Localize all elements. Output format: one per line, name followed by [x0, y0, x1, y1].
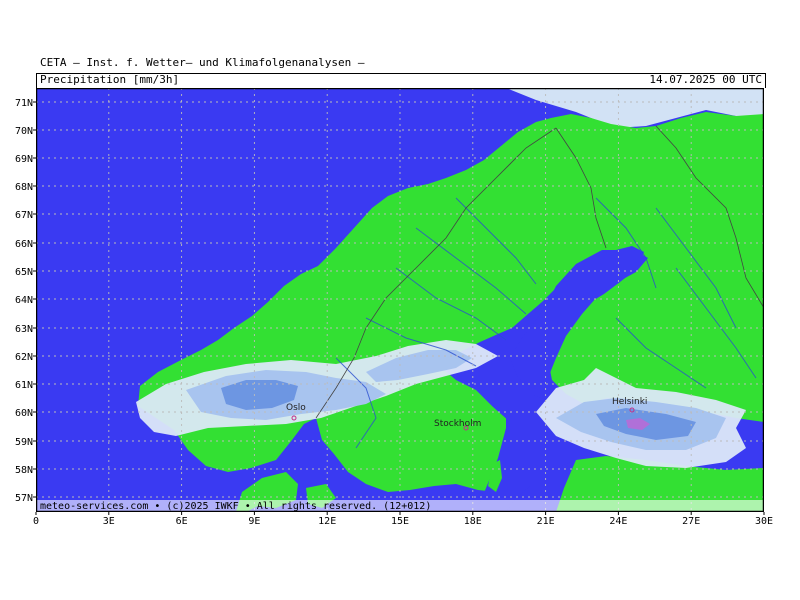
lat-label: 70N — [15, 126, 33, 137]
lat-label: 66N — [15, 239, 33, 250]
lon-label: 12E — [318, 516, 336, 527]
lat-label: 67N — [15, 210, 33, 221]
lon-label: 0 — [33, 516, 39, 527]
lat-label: 64N — [15, 295, 33, 306]
helsinki-label: Helsinki — [612, 397, 647, 407]
precipitation-map: Oslo Stockholm Helsinki meteo-services.c… — [36, 88, 764, 512]
lon-label: 18E — [464, 516, 482, 527]
variable-label: Precipitation [mm/3h] — [40, 73, 180, 86]
lon-label: 24E — [609, 516, 627, 527]
credit-text: meteo-services.com • (c)2025 IWKF • All … — [40, 501, 431, 512]
lon-label: 15E — [391, 516, 409, 527]
lat-label: 57N — [15, 493, 33, 504]
lat-label: 68N — [15, 182, 33, 193]
lat-label: 63N — [15, 324, 33, 335]
lon-label: 9E — [248, 516, 260, 527]
lon-label: 6E — [176, 516, 188, 527]
map-title: CETA – Inst. f. Wetter– und Klimafolgena… — [40, 56, 365, 69]
lat-label: 71N — [15, 98, 33, 109]
oslo-label: Oslo — [286, 403, 306, 413]
valid-time-label: 14.07.2025 00 UTC — [649, 73, 762, 86]
lon-label: 3E — [103, 516, 115, 527]
lat-label: 60N — [15, 408, 33, 419]
latitude-labels: 71N 70N 69N 68N 67N 66N 65N 64N 63N 62N 61N 60N 59N 5… — [15, 98, 36, 504]
longitude-labels: 0 3E 6E 9E 12E 15E 18E 21E 24E 27E 30E — [33, 512, 773, 527]
lat-label: 58N — [15, 465, 33, 476]
lat-label: 61N — [15, 380, 33, 391]
lat-label: 69N — [15, 154, 33, 165]
lon-label: 30E — [755, 516, 773, 527]
stockholm-label: Stockholm — [434, 419, 481, 429]
lon-label: 21E — [537, 516, 555, 527]
lat-label: 65N — [15, 267, 33, 278]
lat-label: 62N — [15, 352, 33, 363]
lon-label: 27E — [682, 516, 700, 527]
lat-label: 59N — [15, 437, 33, 448]
